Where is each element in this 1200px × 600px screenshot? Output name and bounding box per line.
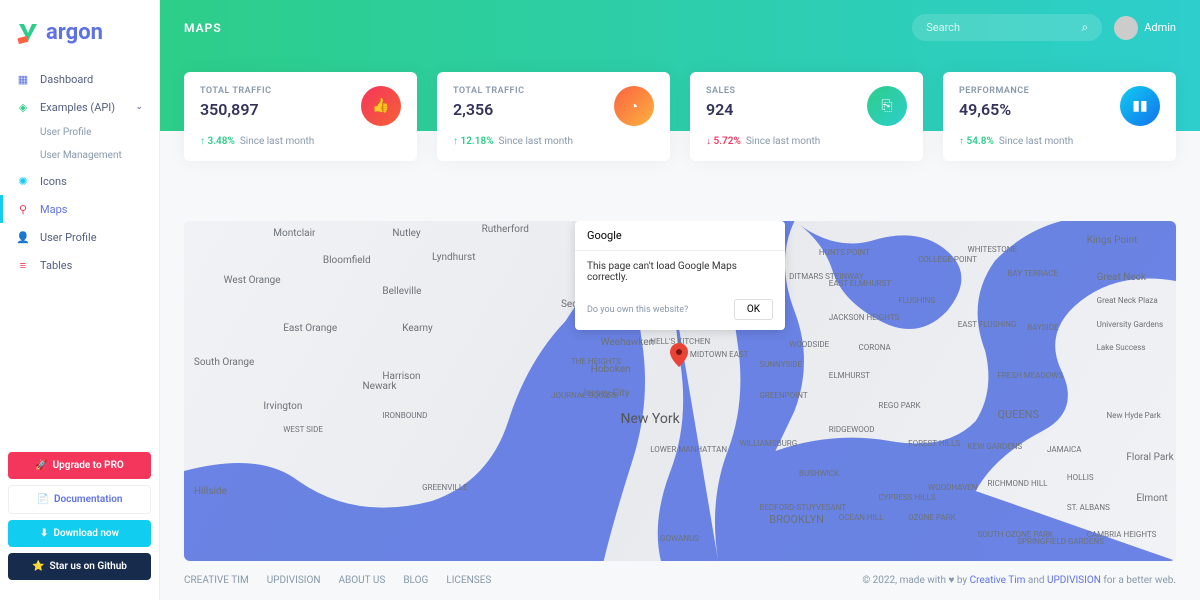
footer-upd-link[interactable]: UPDIVISION — [1047, 575, 1101, 586]
nav-maps[interactable]: ⚲Maps — [0, 195, 159, 223]
atom-icon: ✺ — [16, 174, 30, 188]
card-users: TOTAL TRAFFIC2,356◔ ↑ 12.18% Since last … — [437, 72, 670, 161]
thumb-icon: 👍 — [361, 86, 401, 126]
popup-link[interactable]: Do you own this website? — [587, 305, 688, 315]
nav-dashboard[interactable]: ▦Dashboard — [0, 65, 159, 93]
github-icon: ⭐ — [32, 561, 44, 572]
chevron-down-icon: ⌄ — [135, 102, 143, 112]
sidebar-buttons: 🚀Upgrade to PRO 📄Documentation ⬇Download… — [0, 444, 159, 588]
label-newyork: New York — [620, 411, 679, 427]
stat-cards: TOTAL TRAFFIC350,897👍 ↑ 3.48% Since last… — [184, 72, 1176, 161]
arrow-up-icon: ↑ 54.8% — [959, 136, 994, 147]
chart-icon: ▮▮ — [1120, 86, 1160, 126]
tv-icon: ▦ — [16, 72, 30, 86]
nav-examples[interactable]: ◈Examples (API)⌄ — [0, 93, 159, 121]
github-button[interactable]: ⭐Star us on Github — [8, 553, 151, 580]
footer-link[interactable]: BLOG — [403, 575, 428, 586]
nav-sub-user-management[interactable]: User Management — [0, 144, 159, 167]
footer-ctim-link[interactable]: Creative Tim — [970, 575, 1026, 586]
list-icon: ≡ — [16, 258, 30, 272]
map[interactable]: New York Jersey City Newark BROOKLYN QUE… — [184, 221, 1176, 561]
sidebar: argon ▦Dashboard ◈Examples (API)⌄ User P… — [0, 0, 160, 600]
footer-links: CREATIVE TIM UPDIVISION ABOUT US BLOG LI… — [184, 575, 491, 586]
nav-user-profile[interactable]: 👤User Profile — [0, 223, 159, 251]
download-button[interactable]: ⬇Download now — [8, 520, 151, 547]
nav-sub-user-profile[interactable]: User Profile — [0, 121, 159, 144]
footer-link[interactable]: UPDIVISION — [267, 575, 321, 586]
card-traffic: TOTAL TRAFFIC350,897👍 ↑ 3.48% Since last… — [184, 72, 417, 161]
footer-copyright: © 2022, made with ♥ by Creative Tim and … — [862, 575, 1176, 586]
footer-link[interactable]: CREATIVE TIM — [184, 575, 249, 586]
footer-link[interactable]: LICENSES — [446, 575, 491, 586]
planet-icon: ◈ — [16, 100, 30, 114]
pin-icon: ⚲ — [16, 202, 30, 216]
docs-button[interactable]: 📄Documentation — [8, 485, 151, 514]
logo-icon — [16, 21, 40, 45]
main: MAPS ⌕ Admin TOTAL TRAFFIC350,897👍 ↑ 3.4… — [160, 0, 1200, 600]
rocket-icon: 🚀 — [35, 460, 47, 471]
brand-name: argon — [46, 20, 103, 45]
footer: CREATIVE TIM UPDIVISION ABOUT US BLOG LI… — [160, 561, 1200, 600]
nav-icons[interactable]: ✺Icons — [0, 167, 159, 195]
nav: ▦Dashboard ◈Examples (API)⌄ User Profile… — [0, 65, 159, 444]
map-marker-icon — [670, 343, 688, 367]
map-error-popup: Google This page can't load Google Maps … — [575, 221, 785, 330]
users-icon: ⎘ — [867, 86, 907, 126]
header: MAPS ⌕ Admin TOTAL TRAFFIC350,897👍 ↑ 3.4… — [160, 0, 1200, 131]
arrow-up-icon: ↑ 3.48% — [200, 136, 235, 147]
popup-title: Google — [575, 221, 785, 251]
arrow-up-icon: ↑ 12.18% — [453, 136, 494, 147]
card-performance: PERFORMANCE49,65%▮▮ ↑ 54.8% Since last m… — [943, 72, 1176, 161]
search-icon: ⌕ — [1081, 20, 1088, 35]
doc-icon: 📄 — [36, 494, 48, 505]
search[interactable]: ⌕ — [912, 14, 1102, 41]
download-icon: ⬇ — [40, 528, 48, 539]
search-input[interactable] — [926, 21, 1081, 34]
nav-tables[interactable]: ≡Tables — [0, 251, 159, 279]
pie-icon: ◔ — [614, 86, 654, 126]
user-menu[interactable]: Admin — [1114, 16, 1176, 40]
footer-link[interactable]: ABOUT US — [339, 575, 386, 586]
user-icon: 👤 — [16, 230, 30, 244]
popup-ok-button[interactable]: OK — [734, 299, 773, 320]
card-sales: SALES924⎘ ↓ 5.72% Since last month — [690, 72, 923, 161]
arrow-down-icon: ↓ 5.72% — [706, 136, 741, 147]
upgrade-button[interactable]: 🚀Upgrade to PRO — [8, 452, 151, 479]
logo[interactable]: argon — [0, 12, 159, 65]
avatar — [1114, 16, 1138, 40]
popup-message: This page can't load Google Maps correct… — [575, 251, 785, 293]
page-title: MAPS — [184, 21, 222, 35]
